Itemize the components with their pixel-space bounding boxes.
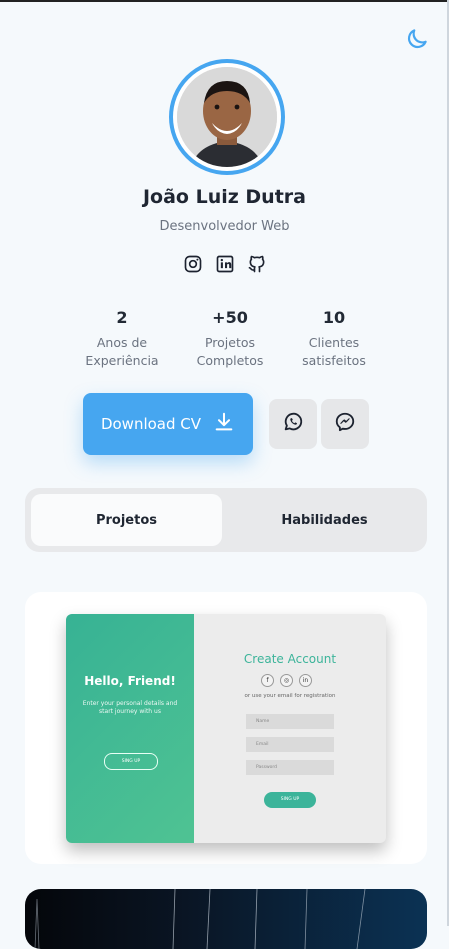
stat-experience: 2 Anos de Experiência	[67, 308, 177, 370]
top-border	[0, 0, 449, 2]
stat-label-line: Projetos	[204, 335, 256, 350]
download-cv-button[interactable]: Download CV	[83, 393, 253, 455]
preview-left-text: Enter your personal details and start jo…	[82, 700, 178, 715]
preview-left-panel: Hello, Friend! Enter your personal detai…	[66, 614, 194, 843]
stat-label-line: Completos	[196, 353, 264, 368]
stat-label: Projetos Completos	[175, 334, 285, 370]
project-preview-image-2	[34, 889, 366, 949]
stat-label-line: satisfeitos	[302, 353, 366, 368]
preview-right-button: SING UP	[264, 792, 316, 808]
tab-projetos[interactable]: Projetos	[31, 494, 222, 546]
preview-linkedin-icon: in	[299, 674, 312, 687]
avatar	[169, 59, 285, 175]
preview-facebook-icon: f	[261, 674, 274, 687]
stat-value: +50	[212, 308, 248, 327]
stat-label-line: Anos de	[96, 335, 148, 350]
stat-label: Anos de Experiência	[67, 334, 177, 370]
download-icon	[213, 411, 235, 437]
instagram-icon[interactable]	[183, 254, 205, 276]
stat-label-line: Clientes	[308, 335, 360, 350]
stat-projects: +50 Projetos Completos	[175, 308, 285, 370]
preview-right-panel: Create Account f ◎ in or use your email …	[194, 614, 386, 843]
stat-value: 10	[322, 308, 346, 327]
download-cv-label: Download CV	[100, 415, 202, 433]
preview-left-button: SING UP	[104, 753, 158, 770]
stat-value: 2	[116, 308, 128, 327]
preview-left-title: Hello, Friend!	[84, 674, 176, 688]
messenger-button[interactable]	[321, 399, 369, 449]
messenger-icon	[334, 411, 356, 437]
preview-right-title: Create Account	[243, 652, 337, 666]
project-card-2[interactable]	[25, 889, 427, 949]
preview-email-field: Email	[246, 737, 334, 752]
profile-photo	[177, 67, 277, 167]
profile-name: João Luiz Dutra	[142, 186, 306, 208]
project-card[interactable]: Hello, Friend! Enter your personal detai…	[25, 592, 427, 864]
tab-habilidades[interactable]: Habilidades	[229, 494, 420, 546]
tab-bar: Projetos Habilidades	[25, 488, 427, 552]
stat-clients: 10 Clientes satisfeitos	[279, 308, 389, 370]
preview-password-field: Password	[246, 760, 334, 775]
whatsapp-icon	[282, 411, 304, 437]
social-links	[183, 254, 269, 276]
github-icon[interactable]	[247, 254, 269, 276]
preview-social-circles: f ◎ in	[261, 674, 319, 687]
project-preview-image: Hello, Friend! Enter your personal detai…	[66, 614, 386, 843]
whatsapp-button[interactable]	[269, 399, 317, 449]
preview-instagram-icon: ◎	[280, 674, 293, 687]
preview-right-subtitle: or use your email for registration	[244, 693, 336, 699]
stat-label-line: Experiência	[85, 353, 159, 368]
profile-role: Desenvolvedor Web	[159, 219, 290, 234]
preview-name-field: Name	[246, 714, 334, 729]
moon-icon[interactable]	[404, 26, 430, 52]
stat-label: Clientes satisfeitos	[279, 334, 389, 370]
linkedin-icon[interactable]	[215, 254, 237, 276]
